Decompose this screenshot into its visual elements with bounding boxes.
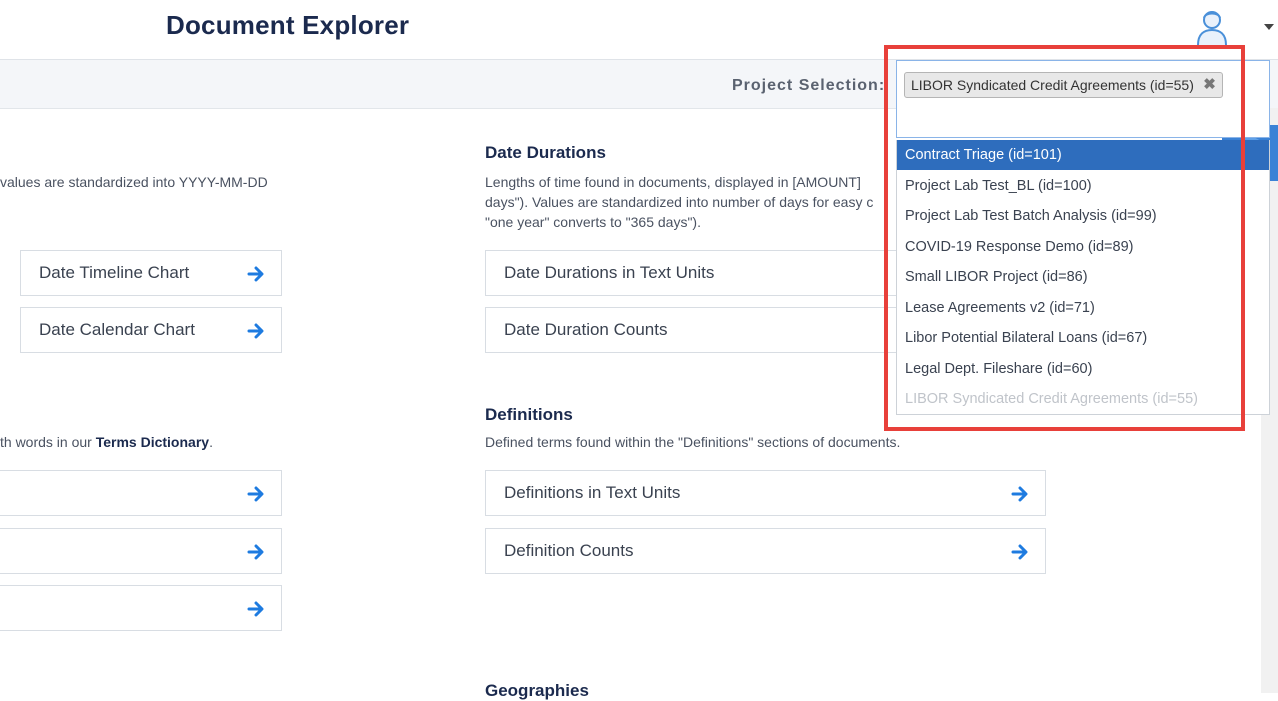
project-option[interactable]: Project Lab Test Batch Analysis (id=99) xyxy=(897,201,1269,231)
arrow-right-icon xyxy=(1011,486,1028,502)
card-label: Date Durations in Text Units xyxy=(504,263,715,282)
arrow-right-icon xyxy=(247,486,264,502)
card-label: Definitions in Text Units xyxy=(504,483,681,502)
selected-project-label: LIBOR Syndicated Credit Agreements (id=5… xyxy=(911,77,1194,93)
date-durations-title: Date Durations xyxy=(485,143,606,162)
date-timeline-chart-card[interactable]: Date Timeline Chart xyxy=(20,250,282,296)
terms-card-2[interactable] xyxy=(0,528,282,574)
card-label: Date Timeline Chart xyxy=(39,263,190,282)
definitions-description: Defined terms found within the "Definiti… xyxy=(485,434,901,450)
selected-project-chip: LIBOR Syndicated Credit Agreements (id=5… xyxy=(904,72,1223,98)
user-menu-chevron-down-icon[interactable] xyxy=(1264,24,1274,30)
arrow-right-icon xyxy=(247,266,264,282)
arrow-right-icon xyxy=(247,544,264,560)
card-label: Definition Counts xyxy=(504,541,634,560)
project-select-input[interactable]: LIBOR Syndicated Credit Agreements (id=5… xyxy=(896,60,1270,138)
remove-chip-close-icon[interactable]: ✖ xyxy=(1203,73,1216,97)
project-options-list: Contract Triage (id=101) Project Lab Tes… xyxy=(896,140,1270,415)
project-option[interactable]: Project Lab Test_BL (id=100) xyxy=(897,171,1269,201)
project-selection-label: Project Selection: xyxy=(732,77,886,94)
definitions-in-text-units-card[interactable]: Definitions in Text Units xyxy=(485,470,1046,516)
definitions-title: Definitions xyxy=(485,405,573,424)
dates-description: values are standardized into YYYY-MM-DD xyxy=(0,174,268,190)
date-durations-description-1: Lengths of time found in documents, disp… xyxy=(485,174,861,190)
terms-description-prefix: th words in our xyxy=(0,434,96,450)
terms-description: th words in our Terms Dictionary. xyxy=(0,432,213,452)
project-option[interactable]: Contract Triage (id=101) xyxy=(897,140,1269,170)
project-option-disabled: LIBOR Syndicated Credit Agreements (id=5… xyxy=(905,391,1198,407)
project-option[interactable]: Legal Dept. Fileshare (id=60) xyxy=(897,354,1269,384)
terms-dictionary-link[interactable]: Terms Dictionary xyxy=(96,434,209,450)
project-option[interactable]: COVID-19 Response Demo (id=89) xyxy=(897,232,1269,262)
user-avatar-icon[interactable] xyxy=(1193,7,1231,46)
date-durations-description-2: days"). Values are standardized into num… xyxy=(485,194,874,210)
page-title: Document Explorer xyxy=(166,10,410,40)
arrow-right-icon xyxy=(247,601,264,617)
date-durations-description-3: "one year" converts to "365 days"). xyxy=(485,214,701,230)
arrow-right-icon xyxy=(247,323,264,339)
geographies-title: Geographies xyxy=(485,681,589,700)
terms-card-3[interactable] xyxy=(0,585,282,631)
project-option[interactable]: Lease Agreements v2 (id=71) xyxy=(897,293,1269,323)
terms-card-1[interactable] xyxy=(0,470,282,516)
card-label: Date Calendar Chart xyxy=(39,320,195,339)
project-option[interactable]: Small LIBOR Project (id=86) xyxy=(897,262,1269,292)
terms-description-suffix: . xyxy=(209,434,213,450)
app-header: Document Explorer xyxy=(0,0,1278,60)
date-calendar-chart-card[interactable]: Date Calendar Chart xyxy=(20,307,282,353)
definition-counts-card[interactable]: Definition Counts xyxy=(485,528,1046,574)
arrow-right-icon xyxy=(1011,544,1028,560)
project-option[interactable]: Libor Potential Bilateral Loans (id=67) xyxy=(897,323,1269,353)
card-label: Date Duration Counts xyxy=(504,320,668,339)
